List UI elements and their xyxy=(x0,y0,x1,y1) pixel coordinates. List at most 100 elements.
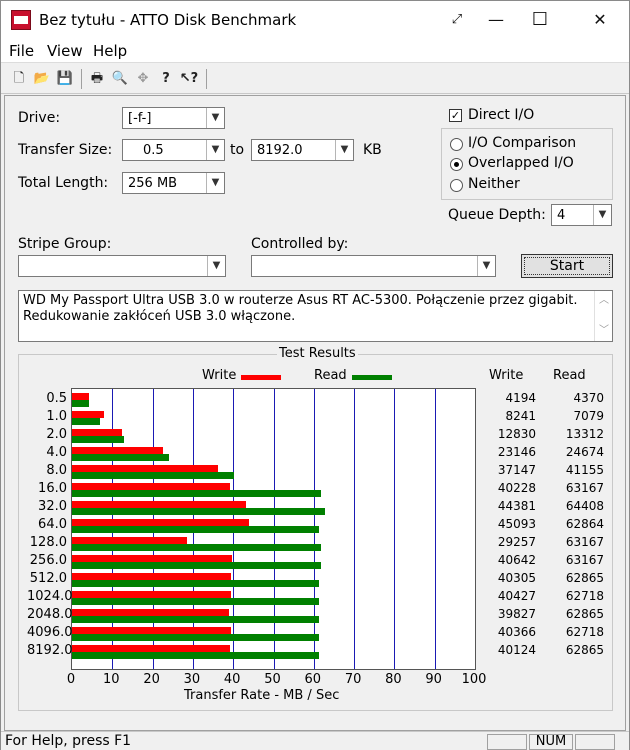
bar-write-32.0 xyxy=(72,501,246,508)
x-tick-label: 70 xyxy=(344,672,362,687)
chevron-down-icon: ▼ xyxy=(206,108,224,128)
x-tick-label: 20 xyxy=(143,672,160,687)
write-value-cell: 44381 xyxy=(497,499,536,513)
read-value-cell: 62718 xyxy=(565,589,604,603)
bar-write-8192.0 xyxy=(72,645,230,652)
context-help-icon[interactable]: ↖? xyxy=(179,69,199,89)
stripe-group-select[interactable]: ▼ xyxy=(18,255,226,277)
x-tick-label: 40 xyxy=(223,672,241,687)
maximize-button[interactable]: ☐ xyxy=(517,1,563,39)
help-icon[interactable]: ? xyxy=(156,69,176,89)
category-label: 512.0 xyxy=(29,571,67,586)
total-length-value: 256 MB xyxy=(128,176,178,191)
move-icon[interactable]: ✥ xyxy=(133,69,153,89)
queue-depth-select[interactable]: 4 ▼ xyxy=(551,204,612,226)
gridline xyxy=(394,389,395,669)
read-value-cell: 64408 xyxy=(565,499,604,513)
drive-select[interactable]: [-f-] ▼ xyxy=(122,107,225,129)
gridline xyxy=(435,389,436,669)
bar-write-128.0 xyxy=(72,537,187,544)
neither-label: Neither xyxy=(468,176,520,192)
bar-write-4.0 xyxy=(72,447,163,454)
bar-read-256.0 xyxy=(72,562,321,569)
chevron-down-icon[interactable]: ﹀ xyxy=(599,323,609,339)
write-value-cell: 40366 xyxy=(497,625,536,639)
save-icon[interactable]: 💾 xyxy=(55,69,75,89)
x-tick-label: 90 xyxy=(425,672,442,687)
write-value-cell: 45093 xyxy=(497,517,536,531)
category-label: 4.0 xyxy=(46,445,67,460)
overlapped-io-radio[interactable] xyxy=(450,158,463,171)
results-title: Test Results xyxy=(277,346,358,361)
bar-write-2.0 xyxy=(72,429,122,436)
write-value-cell: 39827 xyxy=(497,607,536,621)
bar-read-4096.0 xyxy=(72,634,319,641)
x-tick-label: 10 xyxy=(103,672,120,687)
bar-write-1.0 xyxy=(72,411,104,418)
bar-write-8.0 xyxy=(72,465,218,472)
bar-write-4096.0 xyxy=(72,627,231,634)
bar-write-512.0 xyxy=(72,573,231,580)
write-value-cell: 40427 xyxy=(497,589,536,603)
print-preview-icon[interactable]: 🔍 xyxy=(110,69,130,89)
fullscreen-icon[interactable]: ⤢ xyxy=(437,1,477,39)
status-num: NUM xyxy=(529,734,573,750)
status-help-text: For Help, press F1 xyxy=(5,733,132,749)
close-button[interactable]: ✕ xyxy=(577,1,623,39)
start-label: Start xyxy=(524,257,610,275)
read-value-cell: 62865 xyxy=(565,643,604,657)
print-icon[interactable]: 🖶 xyxy=(87,69,107,89)
chevron-up-icon[interactable]: ︿ xyxy=(599,293,609,309)
queue-depth-value: 4 xyxy=(557,208,566,223)
open-icon[interactable]: 📂 xyxy=(32,69,52,89)
textarea-scrollbar[interactable]: ︿ ﹀ xyxy=(594,291,612,341)
write-value-cell: 40124 xyxy=(497,643,536,657)
category-label: 64.0 xyxy=(38,517,67,532)
test-results-group: Test Results Write Read Write Read 0.5 41… xyxy=(18,346,613,711)
transfer-to-value: 8192.0 xyxy=(257,143,303,158)
total-length-select[interactable]: 256 MB ▼ xyxy=(122,172,225,194)
x-tick-label: 100 xyxy=(461,672,487,687)
transfer-to-select[interactable]: 8192.0 ▼ xyxy=(251,139,354,161)
io-comparison-radio[interactable] xyxy=(450,138,463,151)
category-label: 16.0 xyxy=(38,481,67,496)
transfer-size-label: Transfer Size: xyxy=(18,142,113,158)
write-value-cell: 37147 xyxy=(497,463,536,477)
bar-read-2.0 xyxy=(72,436,124,443)
read-value-cell: 62865 xyxy=(565,607,604,621)
direct-io-checkbox[interactable]: ✓ xyxy=(449,109,462,122)
stripe-group-label: Stripe Group: xyxy=(18,236,112,252)
read-value-cell: 62865 xyxy=(565,571,604,585)
bar-write-1024.0 xyxy=(72,591,231,598)
write-value-cell: 40228 xyxy=(497,481,536,495)
bar-write-16.0 xyxy=(72,483,230,490)
status-panel-empty xyxy=(575,734,615,750)
read-value-cell: 63167 xyxy=(565,535,604,549)
title-bar: Bez tytułu - ATTO Disk Benchmark ⤢ — ☐ ✕ xyxy=(1,1,629,39)
menu-view[interactable]: View xyxy=(47,42,83,60)
window-title: Bez tytułu - ATTO Disk Benchmark xyxy=(39,11,297,29)
controlled-by-select[interactable]: ▼ xyxy=(251,255,496,277)
category-label: 256.0 xyxy=(29,553,67,568)
start-button[interactable]: Start xyxy=(521,254,613,278)
gridline xyxy=(354,389,355,669)
toolbar-separator xyxy=(81,69,82,89)
description-line-1: WD My Passport Ultra USB 3.0 w routerze … xyxy=(23,293,578,308)
chevron-down-icon: ▼ xyxy=(206,173,224,193)
x-tick-label: 80 xyxy=(385,672,402,687)
kb-label: KB xyxy=(363,142,382,158)
menu-help[interactable]: Help xyxy=(93,42,127,60)
transfer-from-select[interactable]: 0.5 ▼ xyxy=(122,139,225,161)
new-icon[interactable]: 🗋 xyxy=(9,69,29,89)
bar-read-512.0 xyxy=(72,580,319,587)
x-axis-label: Transfer Rate - MB / Sec xyxy=(184,688,340,703)
io-mode-group: I/O Comparison Overlapped I/O Neither xyxy=(441,128,613,200)
legend-read-swatch xyxy=(352,375,392,380)
description-textarea[interactable]: WD My Passport Ultra USB 3.0 w routerze … xyxy=(18,290,613,342)
legend-read-label: Read xyxy=(314,368,347,383)
menu-file[interactable]: File xyxy=(9,42,34,60)
chevron-down-icon: ▼ xyxy=(207,256,225,276)
drive-value: [-f-] xyxy=(128,111,152,126)
minimize-button[interactable]: — xyxy=(473,1,519,39)
neither-radio[interactable] xyxy=(450,179,463,192)
